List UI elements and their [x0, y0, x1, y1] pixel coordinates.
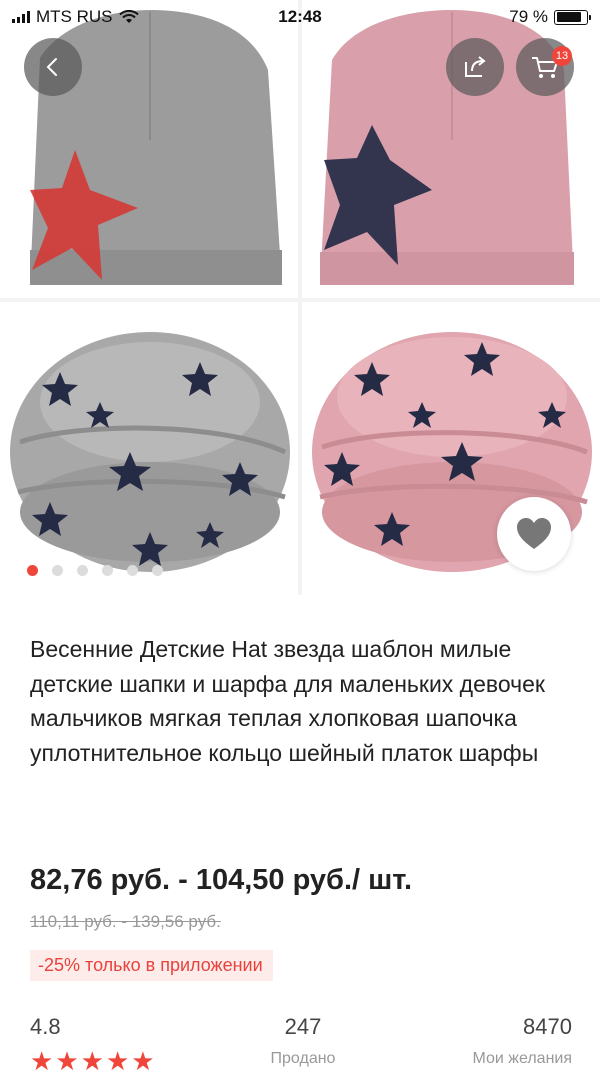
- pagination-dot[interactable]: [152, 565, 163, 576]
- star-icon: ★: [80, 1046, 104, 1076]
- heart-icon: [517, 518, 551, 549]
- battery-icon: [554, 9, 591, 25]
- pagination-dot[interactable]: [77, 565, 88, 576]
- app-discount-badge: -25% только в приложении: [30, 950, 273, 981]
- cart-button[interactable]: 13: [516, 38, 574, 96]
- old-price: 110,11 руб. - 139,56 руб.: [30, 912, 221, 931]
- rating-stars: ★ ★ ★ ★ ★: [30, 1048, 155, 1074]
- pagination-dot[interactable]: [102, 565, 113, 576]
- sold-count: 247: [284, 1014, 322, 1039]
- chevron-left-icon: [46, 58, 57, 76]
- gray-scarf-image[interactable]: [0, 302, 298, 595]
- wishlist-button[interactable]: [497, 497, 571, 571]
- cart-count-badge: 13: [552, 46, 572, 66]
- star-icon: ★: [105, 1046, 130, 1076]
- product-title: Весенние Детские Hat звезда шаблон милые…: [30, 636, 545, 766]
- pagination-dot[interactable]: [127, 565, 138, 576]
- status-bar: MTS RUS 12:48 79 %: [0, 0, 600, 34]
- star-icon: ★: [55, 1046, 79, 1076]
- price: 82,76 руб. - 104,50 руб./ шт.: [30, 864, 413, 896]
- rating-stat[interactable]: 4.8 ★ ★ ★ ★ ★: [30, 1014, 155, 1074]
- pagination-dot[interactable]: [52, 565, 63, 576]
- status-right: 79 %: [509, 7, 591, 27]
- star-icon: ★: [30, 1046, 54, 1076]
- wishlist-stat[interactable]: 8470 Мои желания: [472, 1014, 572, 1068]
- sold-label: Продано: [270, 1050, 336, 1067]
- product-stats: 4.8 ★ ★ ★ ★ ★ 247 Продано 8470 Мои желания: [30, 1014, 572, 1074]
- wish-count: 8470: [523, 1014, 572, 1039]
- sold-stat: 247 Продано: [248, 1014, 358, 1068]
- wish-label: Мои желания: [472, 1050, 572, 1067]
- rating-value: 4.8: [30, 1014, 61, 1039]
- back-button[interactable]: [24, 38, 82, 96]
- gallery-pagination[interactable]: [27, 565, 163, 576]
- share-button[interactable]: [446, 38, 504, 96]
- gray-scarf-illustration: [0, 302, 298, 595]
- star-icon: ★: [131, 1046, 155, 1076]
- battery-percent: 79 %: [509, 7, 548, 26]
- share-icon: [465, 56, 486, 77]
- pagination-dot[interactable]: [27, 565, 38, 576]
